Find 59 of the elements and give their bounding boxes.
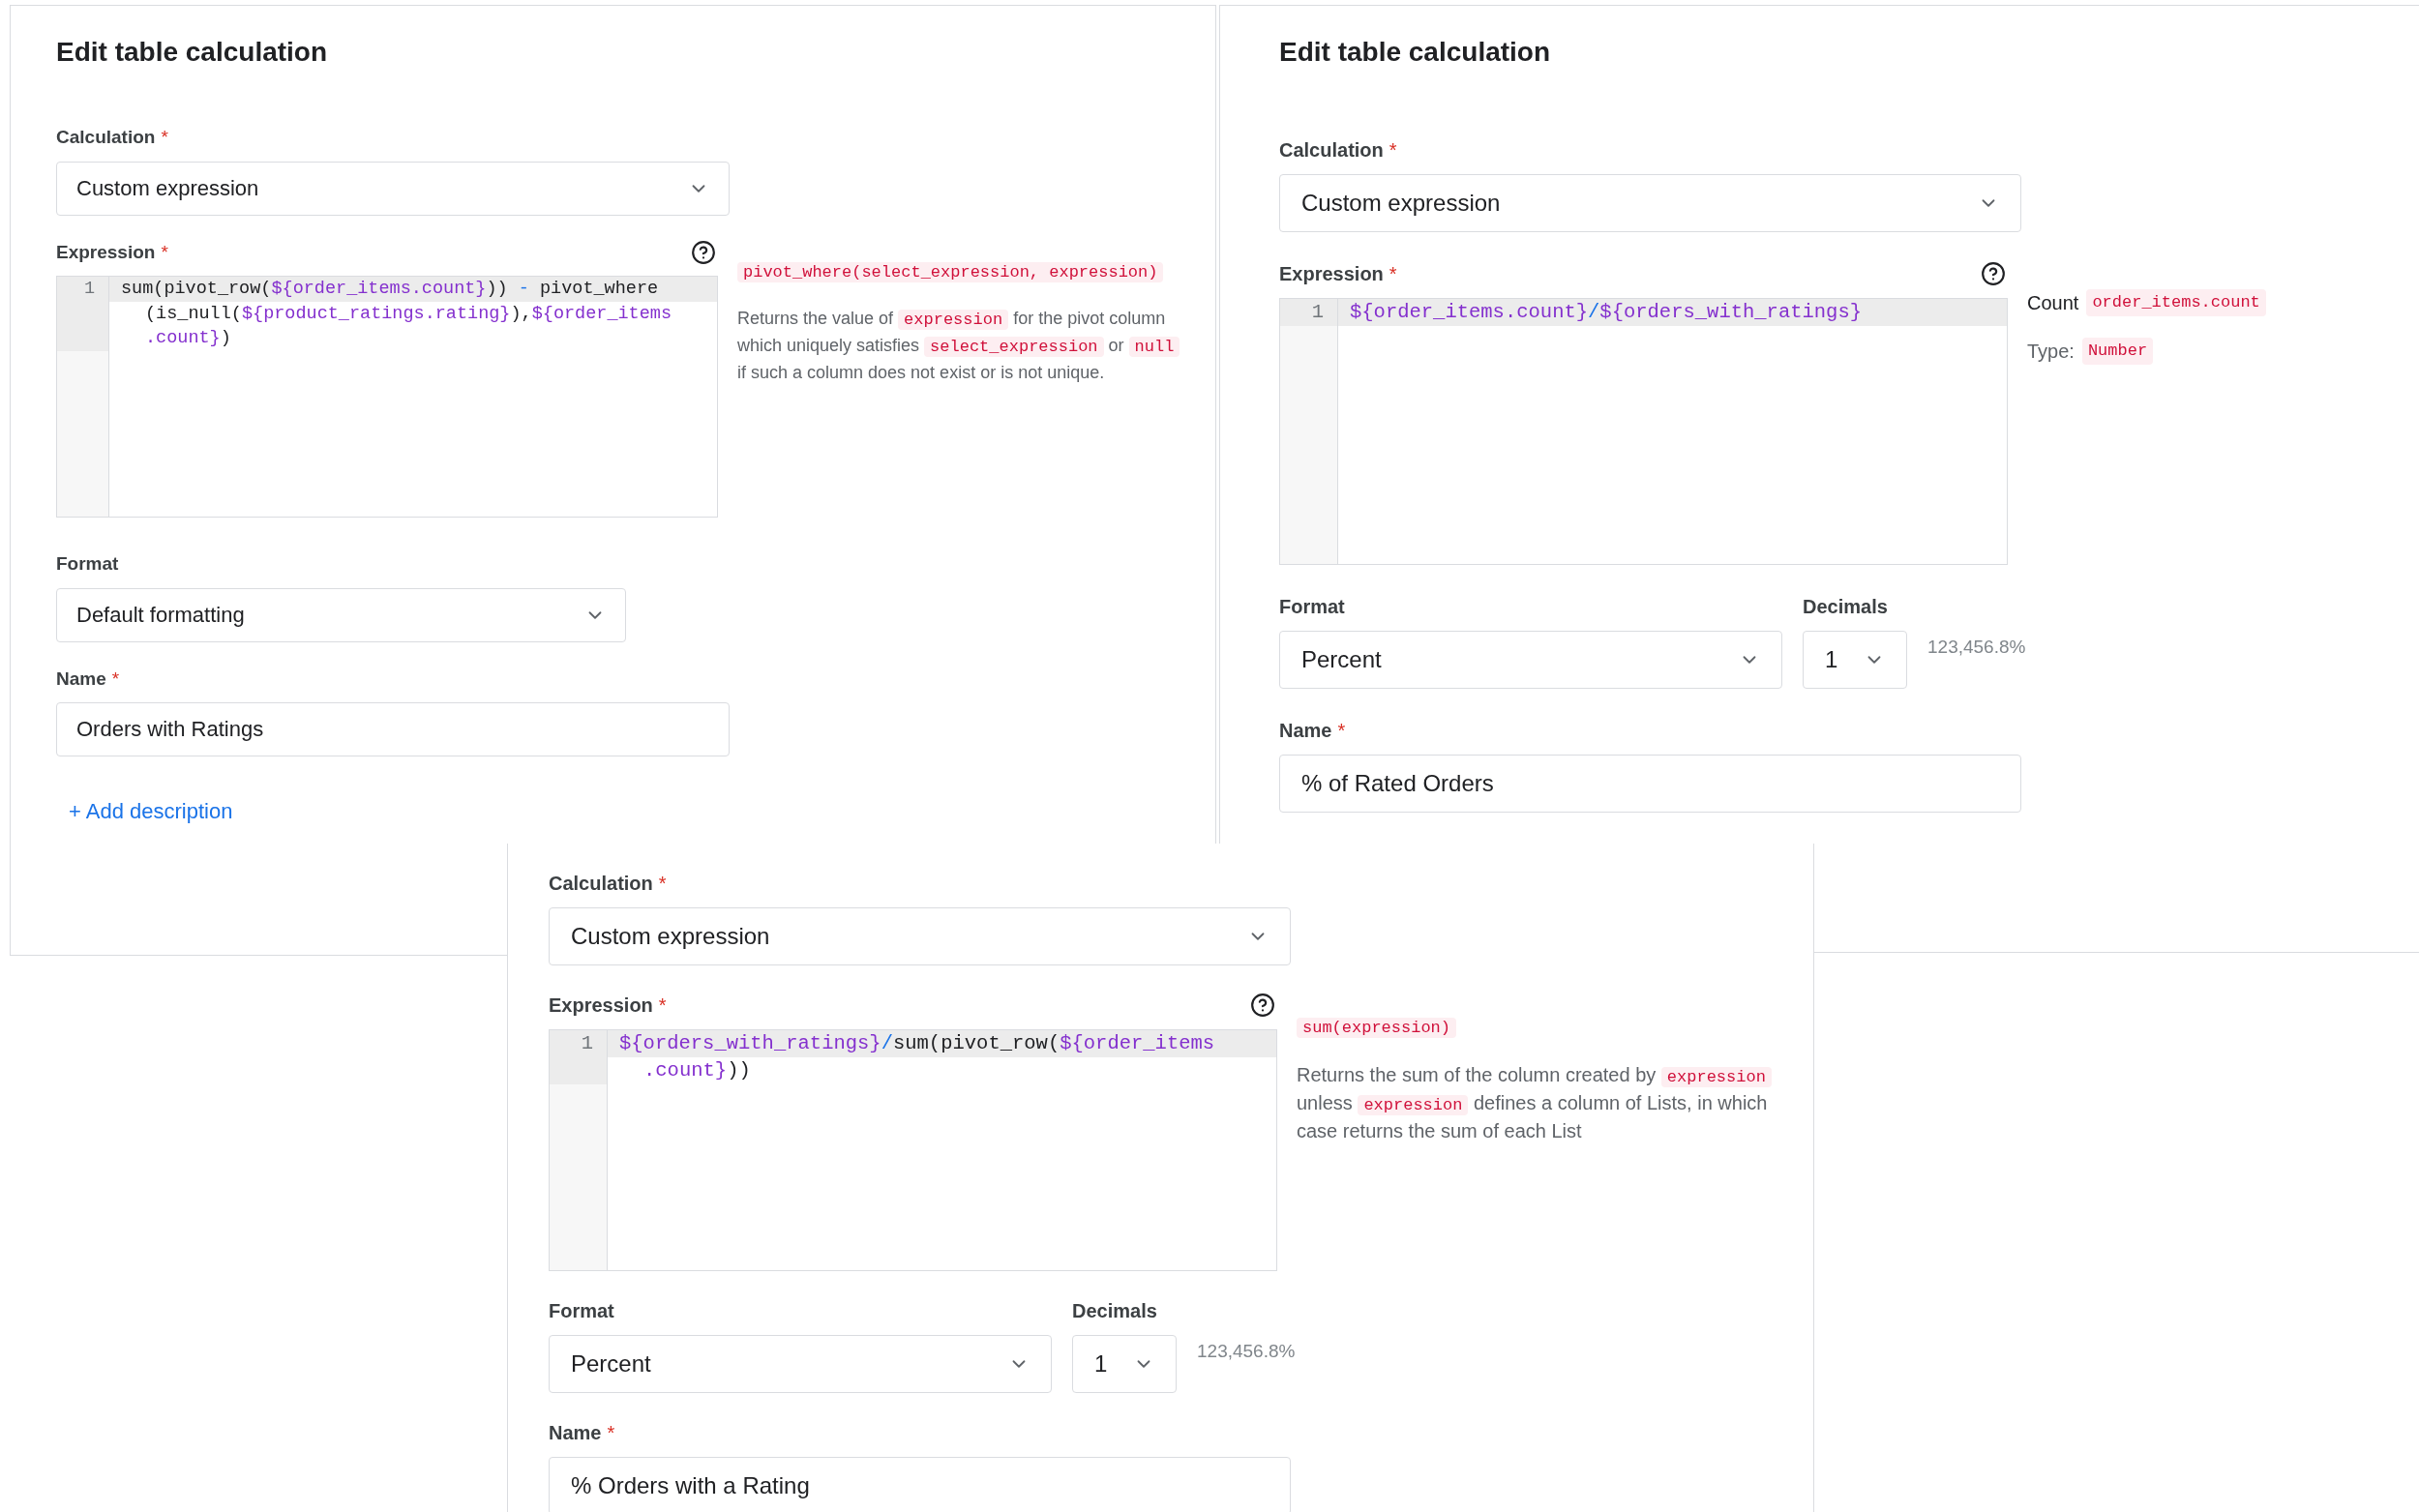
- calculation-select[interactable]: Custom expression: [56, 161, 730, 216]
- help-icon[interactable]: [1250, 993, 1275, 1018]
- code-line: (is_null(${product_ratings.rating}),${order_items: [144, 302, 672, 326]
- code-editor[interactable]: 1 sum(pivot_row(${order_items.count})) - pivot_where (is_null(${product_ratings.rating}),${order_items .count}): [56, 276, 718, 518]
- code-line: .count}): [144, 327, 232, 350]
- hint-code: order_items.count: [2086, 289, 2266, 316]
- function-signature: sum(expression): [1297, 1018, 1457, 1038]
- field-label: Format: [56, 552, 119, 576]
- field-label: Format: [549, 1299, 614, 1323]
- line-number: 1: [550, 1030, 607, 1084]
- add-description-link[interactable]: + Add description: [69, 795, 233, 827]
- format-preview: 123,456.8%: [1197, 1340, 1296, 1363]
- function-description: Returns the value of expression for the pivot column which uniquely satisfies select_expression or null if such a column does not exist or is not unique.: [737, 306, 1182, 385]
- required-mark: *: [1389, 262, 1397, 286]
- format-select[interactable]: Percent: [549, 1335, 1052, 1393]
- line-number: 1: [1280, 299, 1337, 326]
- name-input[interactable]: % Orders with a Rating: [549, 1457, 1291, 1512]
- field-label: Name: [549, 1421, 602, 1445]
- code-editor[interactable]: 1 ${order_items.count}/${orders_with_ratings}: [1279, 298, 2008, 565]
- required-mark: *: [607, 1421, 615, 1445]
- field-label: Decimals: [1072, 1299, 1157, 1323]
- field-label: Name: [1279, 719, 1332, 743]
- hint-label: Count: [2027, 291, 2079, 315]
- name-input[interactable]: % of Rated Orders: [1279, 755, 2021, 813]
- code-editor[interactable]: 1 ${orders_with_ratings}/sum(pivot_row(${order_items .count})): [549, 1029, 1277, 1271]
- help-icon[interactable]: [691, 239, 716, 265]
- field-label: Calculation: [549, 872, 653, 896]
- required-mark: *: [111, 667, 120, 691]
- calculation-select[interactable]: Custom expression: [1279, 174, 2021, 232]
- function-signature: pivot_where(select_expression, expression): [737, 261, 1164, 282]
- required-mark: *: [1337, 719, 1346, 743]
- format-select[interactable]: Default formatting: [56, 587, 626, 642]
- required-mark: *: [1389, 138, 1397, 163]
- field-label: Name: [56, 667, 106, 691]
- field-label: Decimals: [1803, 595, 1888, 619]
- code-line: .count})): [642, 1058, 752, 1083]
- format-select[interactable]: Percent: [1279, 631, 1782, 689]
- field-label: Expression: [1279, 262, 1384, 286]
- line-number: 1: [57, 277, 108, 351]
- format-preview: 123,456.8%: [1927, 636, 2026, 659]
- required-mark: *: [161, 240, 168, 264]
- field-label: Expression: [56, 240, 156, 264]
- hint-label: Type:: [2027, 340, 2075, 364]
- function-description: Returns the sum of the column created by expression unless expression defines a column of Lists, in which case returns the sum of each List: [1297, 1061, 1780, 1143]
- required-mark: *: [658, 872, 667, 896]
- calculation-select[interactable]: Custom expression: [549, 907, 1291, 965]
- panel-title: Edit table calculation: [56, 36, 329, 69]
- required-mark: *: [161, 126, 168, 149]
- field-label: Format: [1279, 595, 1345, 619]
- panel-title: Edit table calculation: [1279, 36, 1552, 69]
- required-mark: *: [658, 993, 667, 1018]
- decimals-select[interactable]: 1: [1072, 1335, 1177, 1393]
- decimals-select[interactable]: 1: [1803, 631, 1907, 689]
- name-input[interactable]: Orders with Ratings: [56, 702, 730, 756]
- field-label: Calculation: [1279, 138, 1384, 163]
- hint-code: Number: [2081, 338, 2154, 365]
- field-label: Calculation: [56, 126, 156, 149]
- field-label: Expression: [549, 993, 653, 1018]
- help-icon[interactable]: [1981, 261, 2006, 286]
